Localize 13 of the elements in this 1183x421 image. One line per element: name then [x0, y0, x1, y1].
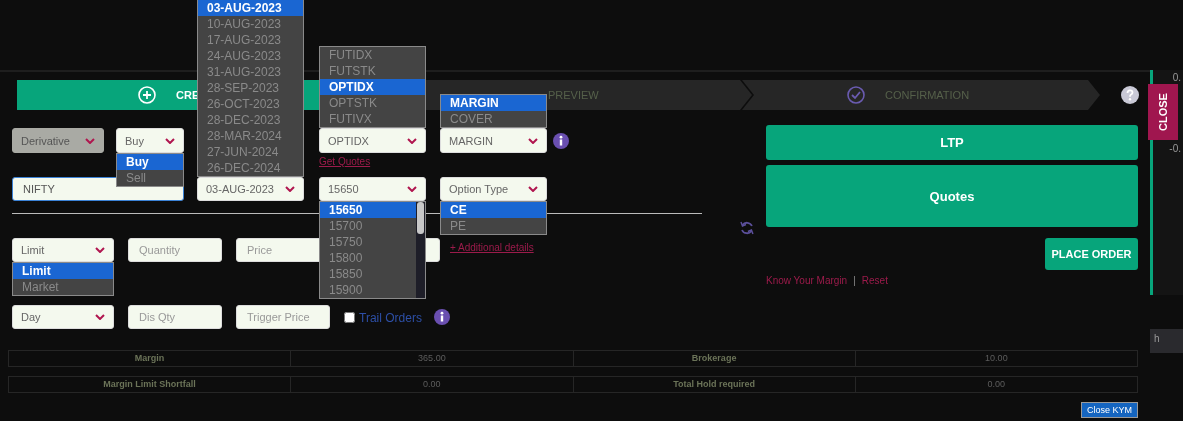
summary-value: 10.00 [854, 351, 1137, 366]
summary-label: Margin [133, 352, 166, 365]
summary-label: Total Hold required [572, 377, 855, 392]
summary-value: 0.00 [854, 377, 1137, 392]
summary-label: Brokerage [572, 351, 855, 366]
summary-value: 365.00 [290, 351, 573, 366]
strip-value: -0. [1169, 143, 1181, 154]
strip-value: h [1154, 333, 1160, 344]
checkbox-label: Trail Orders [359, 310, 422, 325]
strip-value: 0. [1172, 72, 1181, 83]
summary-label: Margin Limit Shortfall [102, 378, 197, 391]
summary-value: 0.00 [290, 377, 573, 392]
separator: | [853, 275, 856, 286]
